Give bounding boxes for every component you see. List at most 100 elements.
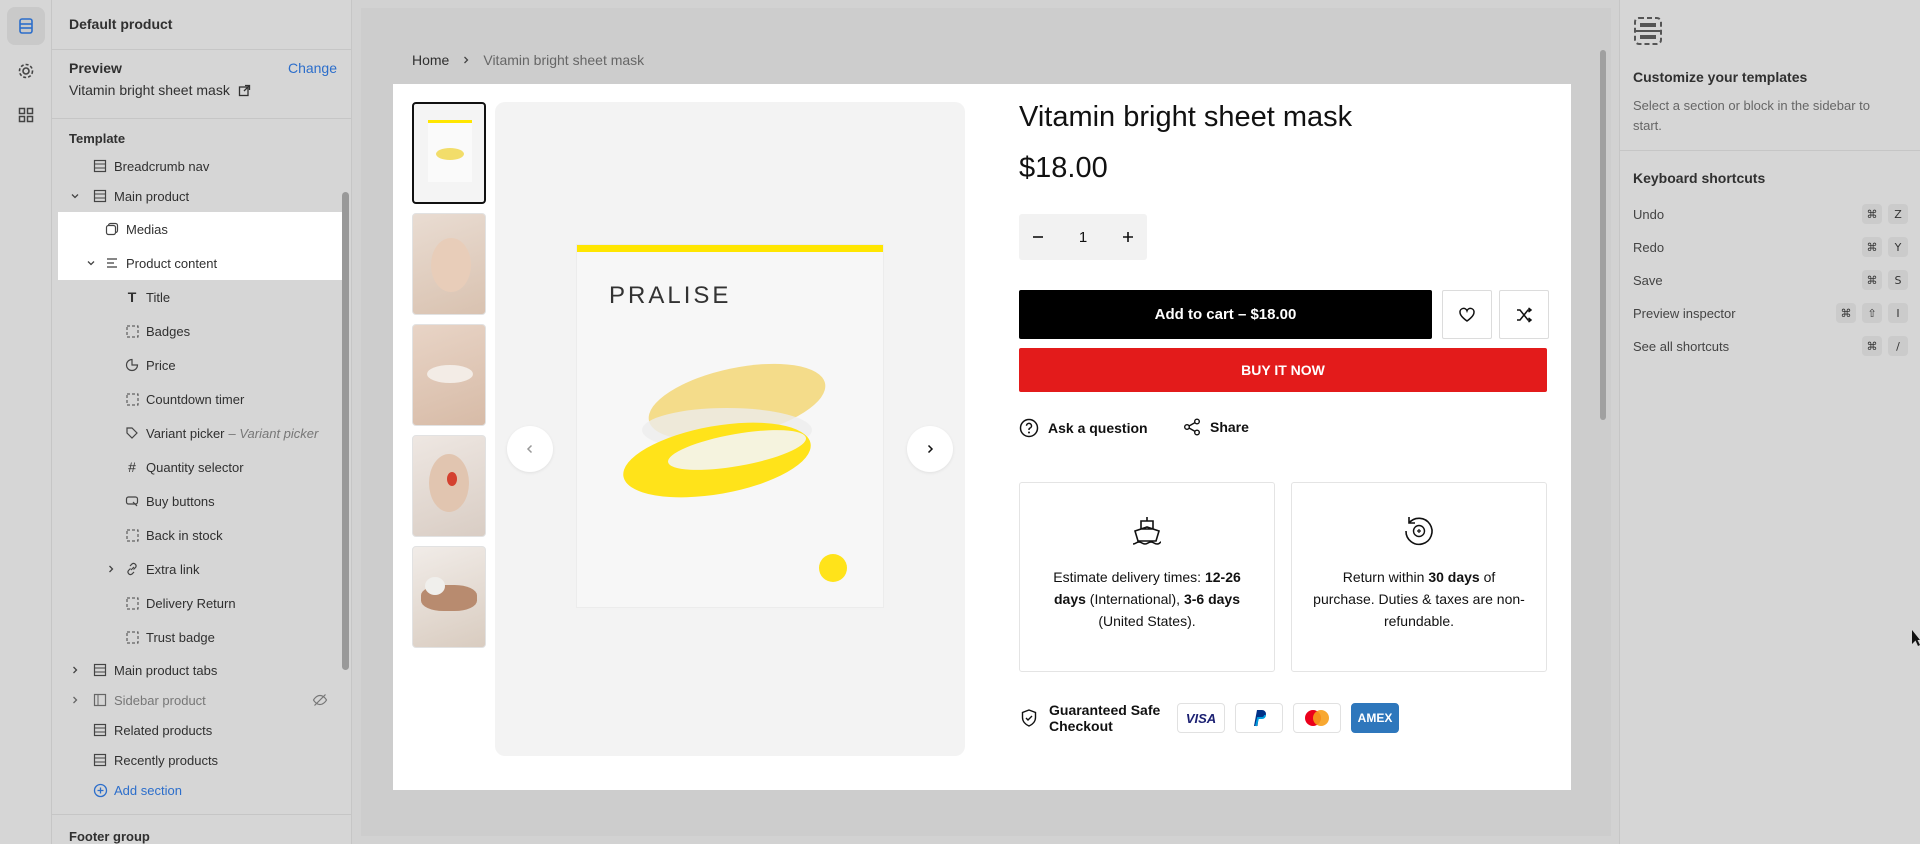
- minus-icon[interactable]: [1031, 230, 1045, 244]
- tree-item-label: Delivery Return: [146, 595, 236, 611]
- block-title[interactable]: T Title: [58, 282, 338, 312]
- chevron-left-icon: [526, 444, 533, 454]
- add-section-label: Add section: [114, 782, 182, 798]
- add-section-button[interactable]: Add section: [58, 775, 338, 805]
- shortcut-see-all[interactable]: See all shortcuts ⌘ /: [1633, 336, 1908, 356]
- app-embeds-button[interactable]: [7, 96, 45, 134]
- main-product-section[interactable]: PRALISE Vitamin bright sheet mask $18.00…: [393, 84, 1571, 790]
- sections-nav-button[interactable]: [7, 7, 45, 45]
- external-link-icon[interactable]: [238, 84, 251, 97]
- thumbnail-model-3[interactable]: [412, 435, 486, 537]
- chevron-right-icon: [927, 444, 934, 454]
- canvas-scrollbar[interactable]: [1600, 50, 1606, 420]
- shortcut-label: Save: [1633, 272, 1663, 288]
- block-delivery-return[interactable]: Delivery Return: [58, 588, 338, 618]
- thumbnail-model-1[interactable]: [412, 213, 486, 315]
- key: ⌘: [1836, 303, 1856, 323]
- thumbnail-model-4[interactable]: [412, 546, 486, 648]
- product-title: Vitamin bright sheet mask: [1019, 101, 1353, 133]
- delivery-text: Estimate delivery times: 12-26 days (Int…: [1053, 569, 1241, 629]
- tree-item-label: Related products: [114, 722, 213, 738]
- previous-image-button[interactable]: [507, 426, 553, 472]
- section-sidebar-product[interactable]: Sidebar product: [58, 685, 338, 715]
- tree-item-label: Breadcrumb nav: [114, 158, 210, 174]
- buy-it-now-button[interactable]: BUY IT NOW: [1019, 348, 1547, 392]
- block-badges[interactable]: Badges: [58, 316, 338, 346]
- chevron-right-icon[interactable]: [68, 695, 82, 705]
- section-main-product-tabs[interactable]: Main product tabs: [58, 655, 338, 685]
- question-circle-icon: [1019, 418, 1039, 438]
- quantity-value[interactable]: 1: [1079, 229, 1087, 246]
- gear-icon: [18, 63, 34, 79]
- preview-product: Vitamin bright sheet mask: [69, 82, 251, 98]
- block-buy-buttons[interactable]: Buy buttons: [58, 486, 338, 516]
- key: /: [1888, 336, 1908, 356]
- apps-icon: [18, 107, 34, 123]
- mouse-cursor-icon: [1912, 630, 1920, 646]
- plus-circle-icon: [92, 782, 108, 798]
- quantity-stepper[interactable]: 1: [1019, 214, 1147, 260]
- add-to-cart-button[interactable]: Add to cart – $18.00: [1019, 290, 1432, 339]
- section-main-product[interactable]: Main product: [58, 181, 338, 211]
- chevron-right-icon: [464, 56, 469, 64]
- tree-item-label: Product content: [126, 255, 218, 271]
- block-extra-link[interactable]: Extra link: [58, 554, 338, 584]
- template-sidebar: Default product Preview Change Vitamin b…: [52, 0, 352, 844]
- amex-logo: AMEX: [1351, 703, 1399, 733]
- sidebar-scrollbar[interactable]: [342, 192, 349, 670]
- text-align-icon: [104, 255, 120, 271]
- tree-item-label: Variant picker: [146, 425, 225, 441]
- share-link[interactable]: Share: [1183, 418, 1249, 436]
- link-icon: [124, 561, 140, 577]
- thumbnail-model-2[interactable]: [412, 324, 486, 426]
- breadcrumb-current: Vitamin bright sheet mask: [483, 52, 645, 68]
- chevron-down-icon[interactable]: [68, 191, 82, 201]
- breadcrumb-home[interactable]: Home: [412, 52, 449, 68]
- shortcut-save: Save ⌘ S: [1633, 270, 1908, 290]
- customize-heading: Customize your templates: [1633, 69, 1808, 85]
- key: ⌘: [1862, 336, 1882, 356]
- tree-item-label: Main product: [114, 188, 190, 204]
- change-preview-link[interactable]: Change: [288, 60, 337, 76]
- shortcut-preview-inspector: Preview inspector ⌘ ⇧ I: [1633, 303, 1908, 323]
- ship-icon: [1132, 517, 1162, 545]
- product-price: $18.00: [1019, 152, 1108, 184]
- tree-item-label: Quantity selector: [146, 459, 244, 475]
- tree-item-label: Countdown timer: [146, 391, 245, 407]
- next-image-button[interactable]: [907, 426, 953, 472]
- chevron-right-icon[interactable]: [68, 665, 82, 675]
- section-breadcrumb-nav[interactable]: Breadcrumb nav: [58, 151, 338, 181]
- customize-template-icon: [1634, 17, 1662, 45]
- section-related-products[interactable]: Related products: [58, 715, 338, 745]
- price-icon: [124, 357, 140, 373]
- section-recently-products[interactable]: Recently products: [58, 745, 338, 775]
- plus-icon[interactable]: [1121, 230, 1135, 244]
- sections-icon: [19, 18, 33, 34]
- button-icon: [124, 493, 140, 509]
- divider: [52, 49, 351, 50]
- block-trust-badge[interactable]: Trust badge: [58, 622, 338, 652]
- key: ⌘: [1862, 270, 1882, 290]
- block-medias[interactable]: Medias: [58, 212, 342, 246]
- shortcut-label: Undo: [1633, 206, 1665, 222]
- block-product-content[interactable]: Product content: [58, 246, 342, 280]
- block-back-in-stock[interactable]: Back in stock: [58, 520, 338, 550]
- face-mask-icon: [819, 554, 847, 582]
- ask-question-link[interactable]: Ask a question: [1019, 418, 1148, 438]
- theme-settings-button[interactable]: [7, 52, 45, 90]
- shortcut-label: See all shortcuts: [1633, 338, 1730, 354]
- shortcut-redo: Redo ⌘ Y: [1633, 237, 1908, 257]
- sheet-mask-pack-image: PRALISE: [577, 245, 883, 607]
- chevron-right-icon[interactable]: [104, 564, 118, 574]
- section-icon: [92, 722, 108, 738]
- block-quantity-selector[interactable]: # Quantity selector: [58, 452, 338, 482]
- chevron-down-icon[interactable]: [84, 258, 98, 268]
- section-icon: [92, 188, 108, 204]
- compare-button[interactable]: [1499, 290, 1549, 339]
- block-variant-picker[interactable]: Variant picker – Variant picker: [58, 418, 338, 448]
- block-countdown-timer[interactable]: Countdown timer: [58, 384, 338, 414]
- block-price[interactable]: Price: [58, 350, 338, 380]
- wishlist-button[interactable]: [1442, 290, 1492, 339]
- eye-off-icon[interactable]: [312, 692, 328, 708]
- thumbnail-pack[interactable]: [412, 102, 486, 204]
